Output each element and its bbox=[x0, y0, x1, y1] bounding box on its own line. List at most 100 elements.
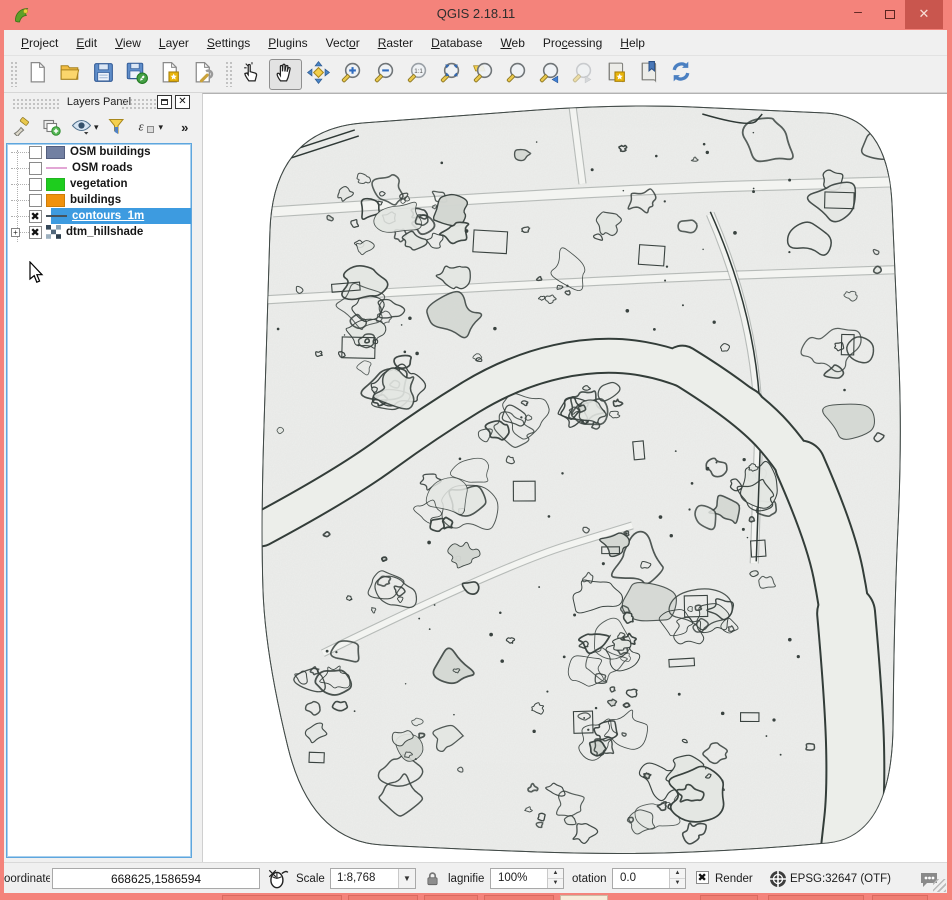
styling-dock-icon bbox=[11, 116, 31, 139]
scale-label: Scale bbox=[296, 863, 325, 894]
layer-item-osm-roads[interactable]: OSM roads bbox=[7, 160, 191, 176]
menu-web[interactable]: Web bbox=[491, 32, 533, 54]
menu-vector[interactable]: Vector bbox=[317, 32, 369, 54]
zoom-to-layer-button[interactable] bbox=[467, 59, 500, 90]
scale-combobox[interactable]: 1:8,768 ▼ bbox=[330, 868, 416, 889]
minimize-button[interactable]: – bbox=[843, 0, 873, 29]
lock-scale-icon[interactable] bbox=[424, 863, 441, 894]
mouse-cursor bbox=[29, 261, 46, 286]
new-bookmark-button[interactable] bbox=[599, 59, 632, 90]
crs-globe-icon[interactable] bbox=[768, 863, 788, 894]
save-project-as-button[interactable] bbox=[120, 59, 153, 90]
spin-up-icon[interactable]: ▲ bbox=[670, 869, 685, 879]
menu-view[interactable]: View bbox=[106, 32, 150, 54]
layer-visibility-checkbox[interactable] bbox=[29, 210, 42, 223]
new-composer-button[interactable] bbox=[153, 59, 186, 90]
rotation-value: 0.0 bbox=[613, 869, 669, 888]
spin-down-icon[interactable]: ▼ bbox=[670, 879, 685, 888]
layer-item-dtm-hillshade[interactable]: +dtm_hillshade bbox=[7, 224, 191, 240]
float-icon bbox=[161, 99, 168, 105]
coordinate-input[interactable] bbox=[52, 868, 260, 889]
spin-down-icon[interactable]: ▼ bbox=[548, 879, 563, 888]
spinner-arrows[interactable]: ▲▼ bbox=[669, 869, 685, 888]
map-canvas[interactable] bbox=[202, 93, 947, 862]
titlebar[interactable]: QGIS 2.18.11 – ✕ bbox=[0, 0, 952, 30]
expand-icon[interactable]: + bbox=[11, 228, 20, 237]
tree-connector bbox=[11, 216, 29, 217]
zoom-last-button[interactable] bbox=[533, 59, 566, 90]
layer-visibility-checkbox[interactable] bbox=[29, 162, 42, 175]
menu-settings[interactable]: Settings bbox=[198, 32, 259, 54]
panel-toolbar-overflow-button[interactable]: » bbox=[181, 120, 188, 135]
layer-visibility-checkbox[interactable] bbox=[29, 194, 42, 207]
refresh-button[interactable] bbox=[665, 59, 698, 90]
render-checkbox[interactable] bbox=[696, 871, 709, 884]
menu-project[interactable]: Project bbox=[12, 32, 67, 54]
menu-layer[interactable]: Layer bbox=[150, 32, 198, 54]
layer-item-vegetation[interactable]: vegetation bbox=[7, 176, 191, 192]
taskbar-segment bbox=[700, 895, 758, 900]
panel-float-button[interactable] bbox=[157, 95, 172, 109]
mouse-position-icon[interactable] bbox=[266, 863, 290, 894]
layer-item-buildings[interactable]: buildings bbox=[7, 192, 191, 208]
pan-map-icon bbox=[273, 60, 298, 88]
zoom-next-button[interactable] bbox=[566, 59, 599, 90]
layers-panel-header[interactable]: Layers Panel ✕ bbox=[4, 93, 194, 113]
menu-help[interactable]: Help bbox=[611, 32, 654, 54]
styling-dock-button[interactable] bbox=[8, 115, 34, 139]
panel-close-button[interactable]: ✕ bbox=[175, 95, 190, 109]
spin-up-icon[interactable]: ▲ bbox=[548, 869, 563, 879]
menu-edit[interactable]: Edit bbox=[67, 32, 106, 54]
menu-raster[interactable]: Raster bbox=[369, 32, 422, 54]
toolbar-drag-handle[interactable] bbox=[225, 61, 233, 87]
zoom-in-button[interactable] bbox=[335, 59, 368, 90]
close-button[interactable]: ✕ bbox=[905, 0, 943, 29]
open-project-button[interactable] bbox=[54, 59, 87, 90]
layer-item-osm-buildings[interactable]: OSM buildings bbox=[7, 144, 191, 160]
save-project-button[interactable] bbox=[87, 59, 120, 90]
layer-visibility-checkbox[interactable] bbox=[29, 178, 42, 191]
taskbar-segment bbox=[222, 895, 342, 900]
magnifier-spinbox[interactable]: 100% ▲▼ bbox=[490, 868, 564, 889]
filter-legend-button[interactable] bbox=[103, 115, 129, 139]
zoom-full-button[interactable] bbox=[434, 59, 467, 90]
layer-item-contours-1m[interactable]: contours_1m bbox=[7, 208, 191, 224]
pan-to-selection-button[interactable] bbox=[302, 59, 335, 90]
menu-plugins[interactable]: Plugins bbox=[259, 32, 316, 54]
zoom-full-icon bbox=[438, 60, 463, 88]
zoom-native-icon: 1:1 bbox=[405, 60, 430, 88]
tree-connector bbox=[11, 184, 29, 185]
menu-database[interactable]: Database bbox=[422, 32, 491, 54]
layer-visibility-checkbox[interactable] bbox=[29, 146, 42, 159]
layer-swatch-fill bbox=[46, 194, 65, 207]
add-group-button[interactable] bbox=[38, 115, 64, 139]
manage-visibility-button[interactable] bbox=[68, 115, 94, 139]
taskbar-segment bbox=[348, 895, 418, 900]
maximize-button[interactable] bbox=[875, 0, 905, 29]
zoom-to-selection-button[interactable] bbox=[500, 59, 533, 90]
expression-filter-button[interactable]: ε bbox=[133, 115, 159, 139]
window-frame-left bbox=[0, 0, 4, 900]
window-frame-right bbox=[947, 0, 952, 900]
crs-status[interactable]: EPSG:32647 (OTF) bbox=[790, 863, 891, 894]
zoom-out-button[interactable] bbox=[368, 59, 401, 90]
rotation-spinbox[interactable]: 0.0 ▲▼ bbox=[612, 868, 686, 889]
zoom-to-selection-icon bbox=[504, 60, 529, 88]
touch-zoom-button[interactable] bbox=[236, 59, 269, 90]
layer-tree[interactable]: OSM buildings OSM roadsvegetationbuilding… bbox=[6, 143, 192, 858]
chevron-down-icon[interactable]: ▼ bbox=[398, 869, 415, 888]
zoom-native-button[interactable]: 1:1 bbox=[401, 59, 434, 90]
chevron-down-icon[interactable]: ▾ bbox=[94, 122, 99, 133]
layer-name: OSM buildings bbox=[70, 146, 151, 158]
resize-grip[interactable] bbox=[933, 879, 946, 892]
toolbar-drag-handle[interactable] bbox=[10, 61, 18, 87]
spinner-arrows[interactable]: ▲▼ bbox=[547, 869, 563, 888]
composer-manager-button[interactable] bbox=[186, 59, 219, 90]
menu-processing[interactable]: Processing bbox=[534, 32, 611, 54]
pan-map-button[interactable] bbox=[269, 59, 302, 90]
chevron-down-icon[interactable]: ▾ bbox=[159, 122, 164, 133]
rotation-label: otation bbox=[572, 863, 610, 894]
show-bookmarks-button[interactable] bbox=[632, 59, 665, 90]
layer-visibility-checkbox[interactable] bbox=[29, 226, 42, 239]
new-project-button[interactable] bbox=[21, 59, 54, 90]
